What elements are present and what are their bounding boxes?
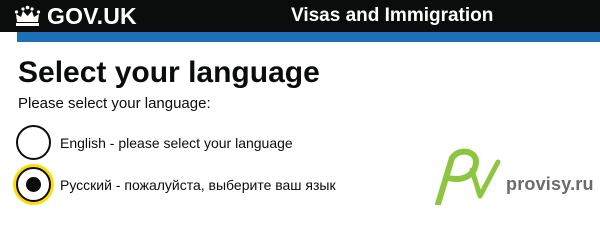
language-hint: Please select your language: xyxy=(18,95,211,112)
page-title: Select your language xyxy=(18,56,320,89)
header-accent-bar xyxy=(17,32,600,42)
page: GOV.UK Visas and Immigration Select your… xyxy=(0,0,600,205)
radio-label-russian: Русский - пожалуйста, выберите ваш язык xyxy=(60,176,336,193)
radio-button-selected[interactable] xyxy=(16,167,51,202)
logo-text: GOV.UK xyxy=(47,3,137,29)
radio-button[interactable] xyxy=(16,125,51,160)
service-name-link[interactable]: Visas and Immigration xyxy=(291,4,493,28)
radio-option-russian[interactable]: Русский - пожалуйста, выберите ваш язык xyxy=(16,167,336,202)
radio-option-english[interactable]: English - please select your language xyxy=(16,125,293,160)
govuk-logo-link[interactable]: GOV.UK xyxy=(14,3,137,29)
radio-label-english: English - please select your language xyxy=(60,134,293,151)
site-header: GOV.UK Visas and Immigration xyxy=(0,0,600,32)
crown-icon xyxy=(14,5,41,26)
watermark-text: provisy.ru xyxy=(506,174,594,194)
